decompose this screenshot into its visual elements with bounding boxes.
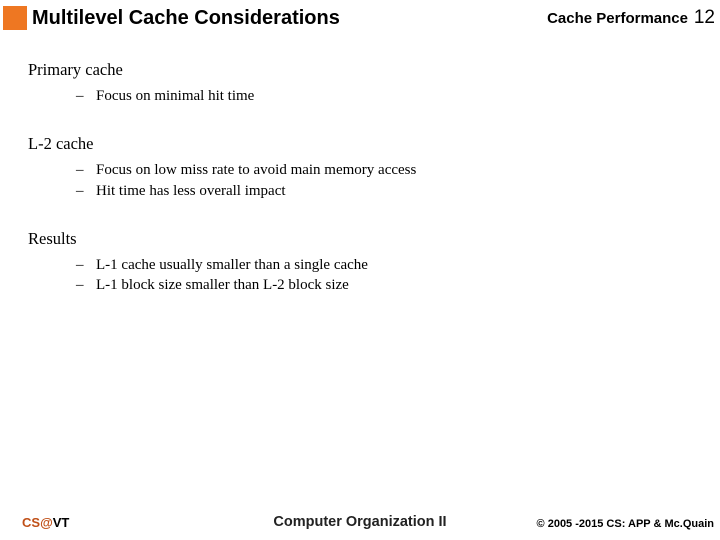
bullet-text: Focus on low miss rate to avoid main mem… (96, 160, 416, 180)
slide-body: Primary cache –Focus on minimal hit time… (28, 58, 692, 323)
slide: Multilevel Cache Considerations Cache Pe… (0, 0, 720, 540)
list-item: –Hit time has less overall impact (76, 181, 692, 201)
slide-title: Multilevel Cache Considerations (32, 7, 340, 30)
dash-icon: – (76, 255, 96, 275)
bullet-text: Hit time has less overall impact (96, 181, 286, 201)
header: Multilevel Cache Considerations Cache Pe… (0, 0, 720, 48)
bullet-list: –L-1 cache usually smaller than a single… (76, 255, 692, 296)
bullet-list: –Focus on low miss rate to avoid main me… (76, 160, 692, 201)
section-heading: L-2 cache (28, 134, 692, 154)
page-number: 12 (694, 7, 715, 29)
dash-icon: – (76, 181, 96, 201)
dash-icon: – (76, 275, 96, 295)
section-heading: Primary cache (28, 60, 692, 80)
dash-icon: – (76, 160, 96, 180)
list-item: –L-1 block size smaller than L-2 block s… (76, 275, 692, 295)
orange-box-icon (3, 6, 27, 30)
footer-right: © 2005 -2015 CS: APP & Mc.Quain (537, 518, 714, 530)
list-item: –L-1 cache usually smaller than a single… (76, 255, 692, 275)
footer: CS@VT Computer Organization II © 2005 -2… (0, 506, 720, 530)
bullet-list: –Focus on minimal hit time (76, 86, 692, 106)
bullet-text: L-1 cache usually smaller than a single … (96, 255, 368, 275)
dash-icon: – (76, 86, 96, 106)
list-item: –Focus on low miss rate to avoid main me… (76, 160, 692, 180)
list-item: –Focus on minimal hit time (76, 86, 692, 106)
bullet-text: L-1 block size smaller than L-2 block si… (96, 275, 349, 295)
bullet-text: Focus on minimal hit time (96, 86, 254, 106)
slide-topic: Cache Performance (547, 10, 688, 27)
section-heading: Results (28, 229, 692, 249)
